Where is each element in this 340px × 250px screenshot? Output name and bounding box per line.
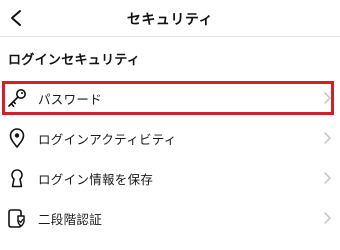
page-title: セキュリティ	[126, 12, 214, 28]
menu-item-label: パスワード	[38, 91, 103, 107]
menu-item-label: 二段階認証	[38, 211, 103, 227]
header-divider	[0, 36, 340, 37]
shield-phone-icon	[6, 207, 28, 229]
menu-item-two-factor[interactable]: 二段階認証	[0, 198, 340, 238]
top-bar: セキュリティ	[0, 0, 340, 36]
menu-item-label: ログイン情報を保存	[38, 171, 154, 187]
chevron-right-icon	[320, 171, 334, 185]
security-menu-list: パスワード ログインアクティビティ ログイン情報を保存 二段階認証	[0, 78, 340, 238]
chevron-right-icon	[320, 211, 334, 225]
chevron-right-icon	[320, 131, 334, 145]
menu-item-label: ログインアクティビティ	[38, 131, 177, 147]
section-title: ログインセキュリティ	[8, 53, 141, 68]
menu-item-login-activity[interactable]: ログインアクティビティ	[0, 118, 340, 158]
menu-item-password[interactable]: パスワード	[0, 78, 340, 118]
keyhole-icon	[6, 167, 28, 189]
menu-item-save-login-info[interactable]: ログイン情報を保存	[0, 158, 340, 198]
location-pin-icon	[6, 127, 28, 149]
chevron-right-icon	[320, 91, 334, 105]
key-icon	[6, 87, 28, 109]
